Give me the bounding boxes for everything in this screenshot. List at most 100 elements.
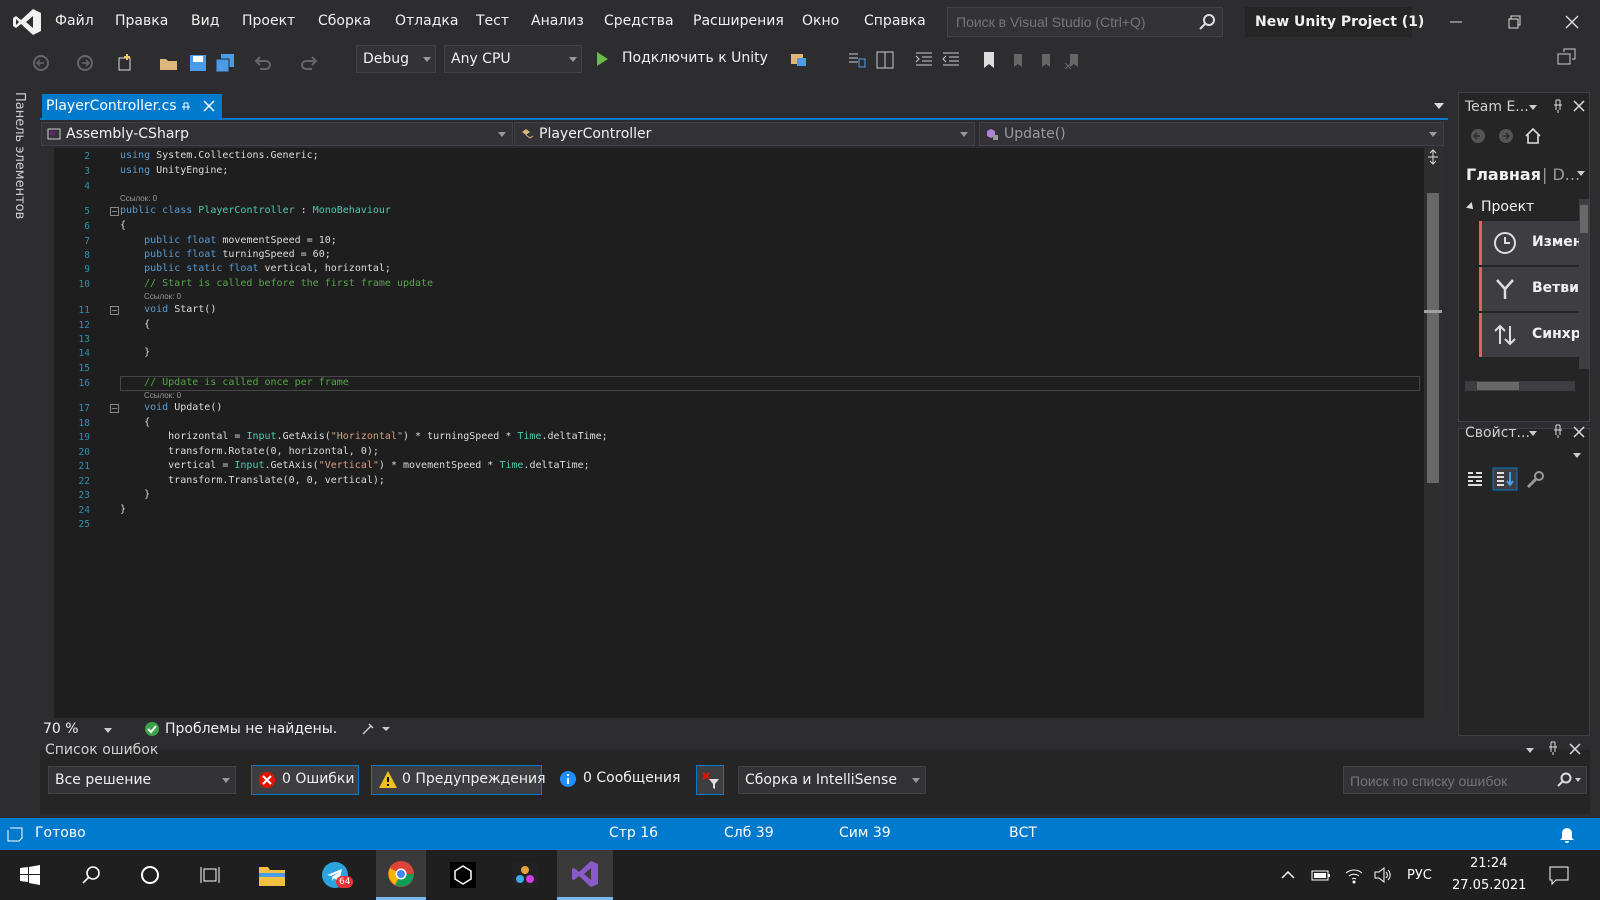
search-icon[interactable] (1556, 772, 1572, 788)
davinci-resolve-icon[interactable] (512, 862, 538, 888)
restore-icon[interactable] (1502, 10, 1526, 34)
menu-view[interactable]: Вид (191, 13, 219, 29)
split-window-icon[interactable] (874, 49, 896, 71)
panel-hscrollbar[interactable] (1465, 381, 1575, 391)
codelens-references[interactable]: Ссылок: 0 (120, 194, 157, 203)
chevron-down-icon[interactable] (1529, 105, 1537, 110)
status-insert-mode[interactable]: ВСТ (1009, 825, 1037, 841)
build-source-select[interactable]: Сборка и IntelliSense (738, 766, 926, 794)
code-editor[interactable]: 2 using System.Collections.Generic; 3 us… (54, 148, 1424, 718)
split-editor-icon[interactable] (1425, 148, 1441, 166)
platform-select[interactable]: Any CPU (444, 45, 582, 73)
pin-icon[interactable] (180, 100, 192, 114)
warnings-filter-button[interactable]: 0 Предупреждения (371, 765, 546, 795)
project-nav-select[interactable]: Assembly-CSharp (41, 122, 513, 146)
action-center-icon[interactable] (1548, 864, 1570, 886)
errors-filter-button[interactable]: 0 Ошибки (251, 765, 359, 795)
visual-studio-taskbar-button[interactable] (557, 850, 613, 900)
output-window-icon[interactable] (6, 825, 24, 843)
notification-bell-icon[interactable] (1558, 825, 1576, 843)
member-nav-select[interactable]: Update() (979, 122, 1444, 146)
status-char[interactable]: Сим 39 (839, 825, 891, 841)
file-explorer-icon[interactable] (258, 862, 286, 888)
clear-filter-button[interactable] (696, 765, 724, 795)
forward-icon[interactable] (74, 52, 96, 74)
undo-icon[interactable] (252, 52, 274, 74)
quick-launch-search[interactable] (947, 7, 1223, 37)
next-bookmark-icon[interactable] (1034, 49, 1056, 71)
chevron-down-icon[interactable] (1575, 778, 1581, 782)
new-project-icon[interactable] (114, 52, 136, 74)
zoom-level[interactable]: 70 % (43, 721, 79, 737)
menu-project[interactable]: Проект (242, 13, 295, 29)
search-icon[interactable] (1198, 13, 1216, 31)
scrollbar-thumb[interactable] (1427, 193, 1439, 483)
configuration-select[interactable]: Debug (356, 45, 436, 73)
collapse-icon[interactable]: − (110, 404, 119, 413)
property-pages-icon[interactable] (1525, 469, 1547, 491)
chevron-down-icon[interactable] (1526, 748, 1534, 753)
save-icon[interactable] (187, 52, 209, 74)
menu-debug[interactable]: Отладка (395, 13, 458, 29)
open-folder-icon[interactable] (158, 52, 180, 74)
collapse-icon[interactable]: − (110, 306, 119, 315)
codelens-references[interactable]: Ссылок: 0 (144, 292, 181, 301)
alphabetical-icon[interactable] (1492, 467, 1518, 491)
back-icon[interactable] (30, 52, 52, 74)
live-share-icon[interactable] (1554, 46, 1578, 70)
cortana-icon[interactable] (139, 864, 161, 886)
quick-launch-input[interactable] (956, 13, 1196, 31)
redo-icon[interactable] (298, 52, 320, 74)
error-scope-select[interactable]: Все решение (48, 766, 236, 794)
te-changes-button[interactable]: Измен (1479, 221, 1589, 265)
menu-extensions[interactable]: Расширения (693, 13, 784, 29)
menu-window[interactable]: Окно (802, 13, 839, 29)
back-icon[interactable] (1469, 127, 1487, 145)
menu-edit[interactable]: Правка (115, 13, 168, 29)
chrome-taskbar-button[interactable] (376, 850, 426, 900)
zoom-dropdown-icon[interactable] (104, 728, 112, 733)
te-branches-button[interactable]: Ветви (1479, 267, 1589, 311)
attach-to-unity-button[interactable]: Подключить к Unity (594, 46, 768, 72)
error-search-box[interactable] (1343, 766, 1587, 794)
editor-vertical-scrollbar[interactable] (1424, 148, 1442, 718)
clock-time[interactable]: 21:24 (1470, 856, 1507, 871)
tray-chevron-up-icon[interactable] (1280, 868, 1296, 882)
close-panel-icon[interactable] (1572, 99, 1586, 113)
volume-icon[interactable] (1372, 865, 1392, 885)
input-language[interactable]: РУС (1407, 868, 1432, 883)
codelens-references[interactable]: Ссылок: 0 (144, 391, 181, 400)
chevron-down-icon[interactable] (1529, 431, 1537, 436)
menu-file[interactable]: Файл (55, 13, 94, 29)
cleanup-icon[interactable] (360, 721, 394, 737)
pin-icon[interactable] (1551, 98, 1565, 114)
save-all-icon[interactable] (214, 52, 236, 74)
step-into-icon[interactable] (846, 49, 868, 71)
menu-help[interactable]: Справка (864, 13, 926, 29)
taskbar-search-icon[interactable] (80, 864, 102, 886)
indent-icon[interactable] (913, 49, 935, 71)
panel-scrollbar[interactable] (1579, 199, 1589, 369)
status-column[interactable]: Слб 39 (724, 825, 774, 841)
close-tab-icon[interactable] (202, 99, 216, 113)
pin-icon[interactable] (1546, 740, 1560, 756)
status-line[interactable]: Стр 16 (609, 825, 658, 841)
close-icon[interactable] (1560, 10, 1584, 34)
tab-overflow-icon[interactable] (1434, 103, 1444, 109)
collapse-icon[interactable]: − (110, 207, 119, 216)
menu-tools[interactable]: Средства (604, 13, 674, 29)
error-search-input[interactable] (1350, 772, 1550, 790)
bookmark-icon[interactable] (978, 49, 1000, 71)
forward-icon[interactable] (1497, 127, 1515, 145)
clear-bookmarks-icon[interactable] (1062, 49, 1084, 71)
tab-playercontroller[interactable]: PlayerController.cs (42, 94, 222, 120)
menu-analyze[interactable]: Анализ (531, 13, 584, 29)
project-section-title[interactable]: Проект (1481, 199, 1534, 215)
te-sync-button[interactable]: Синхр (1479, 313, 1589, 357)
chevron-down-icon[interactable] (1577, 171, 1585, 176)
wifi-icon[interactable] (1344, 865, 1364, 885)
battery-icon[interactable] (1310, 866, 1332, 884)
expand-icon[interactable] (1466, 202, 1476, 212)
class-nav-select[interactable]: PlayerController (514, 122, 975, 146)
menu-test[interactable]: Тест (476, 13, 509, 29)
